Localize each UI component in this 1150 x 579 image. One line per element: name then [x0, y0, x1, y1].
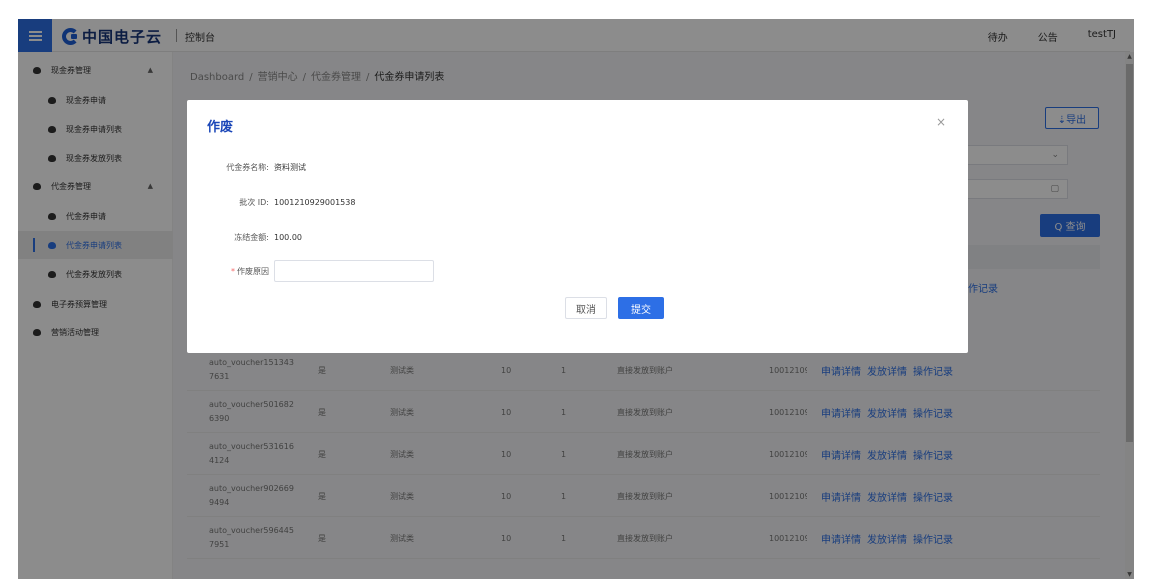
field-label: 代金券名称: [226, 162, 269, 172]
void-dialog: 作废 × 代金券名称: 资料测试 批次 ID: 1001210929001538… [187, 100, 968, 353]
field-voucher-name: 代金券名称: 资料测试 [187, 157, 306, 177]
submit-button[interactable]: 提交 [618, 297, 664, 319]
field-void-reason: * 作废原因 [187, 260, 434, 282]
field-value: 1001210929001538 [274, 197, 356, 207]
field-label: 冻结金额: [234, 232, 269, 242]
close-icon[interactable]: × [936, 115, 946, 129]
void-reason-input[interactable] [274, 260, 434, 282]
required-mark: * [231, 266, 235, 276]
field-label: * 作废原因 [231, 266, 269, 276]
field-batch-id: 批次 ID: 1001210929001538 [187, 192, 355, 212]
cancel-button[interactable]: 取消 [565, 297, 607, 319]
field-value: 100.00 [274, 232, 302, 242]
field-value: 资料测试 [274, 162, 306, 172]
field-label: 批次 ID: [239, 197, 269, 207]
field-frozen-amount: 冻结金额: 100.00 [187, 227, 302, 247]
dialog-title: 作废 [207, 120, 234, 135]
